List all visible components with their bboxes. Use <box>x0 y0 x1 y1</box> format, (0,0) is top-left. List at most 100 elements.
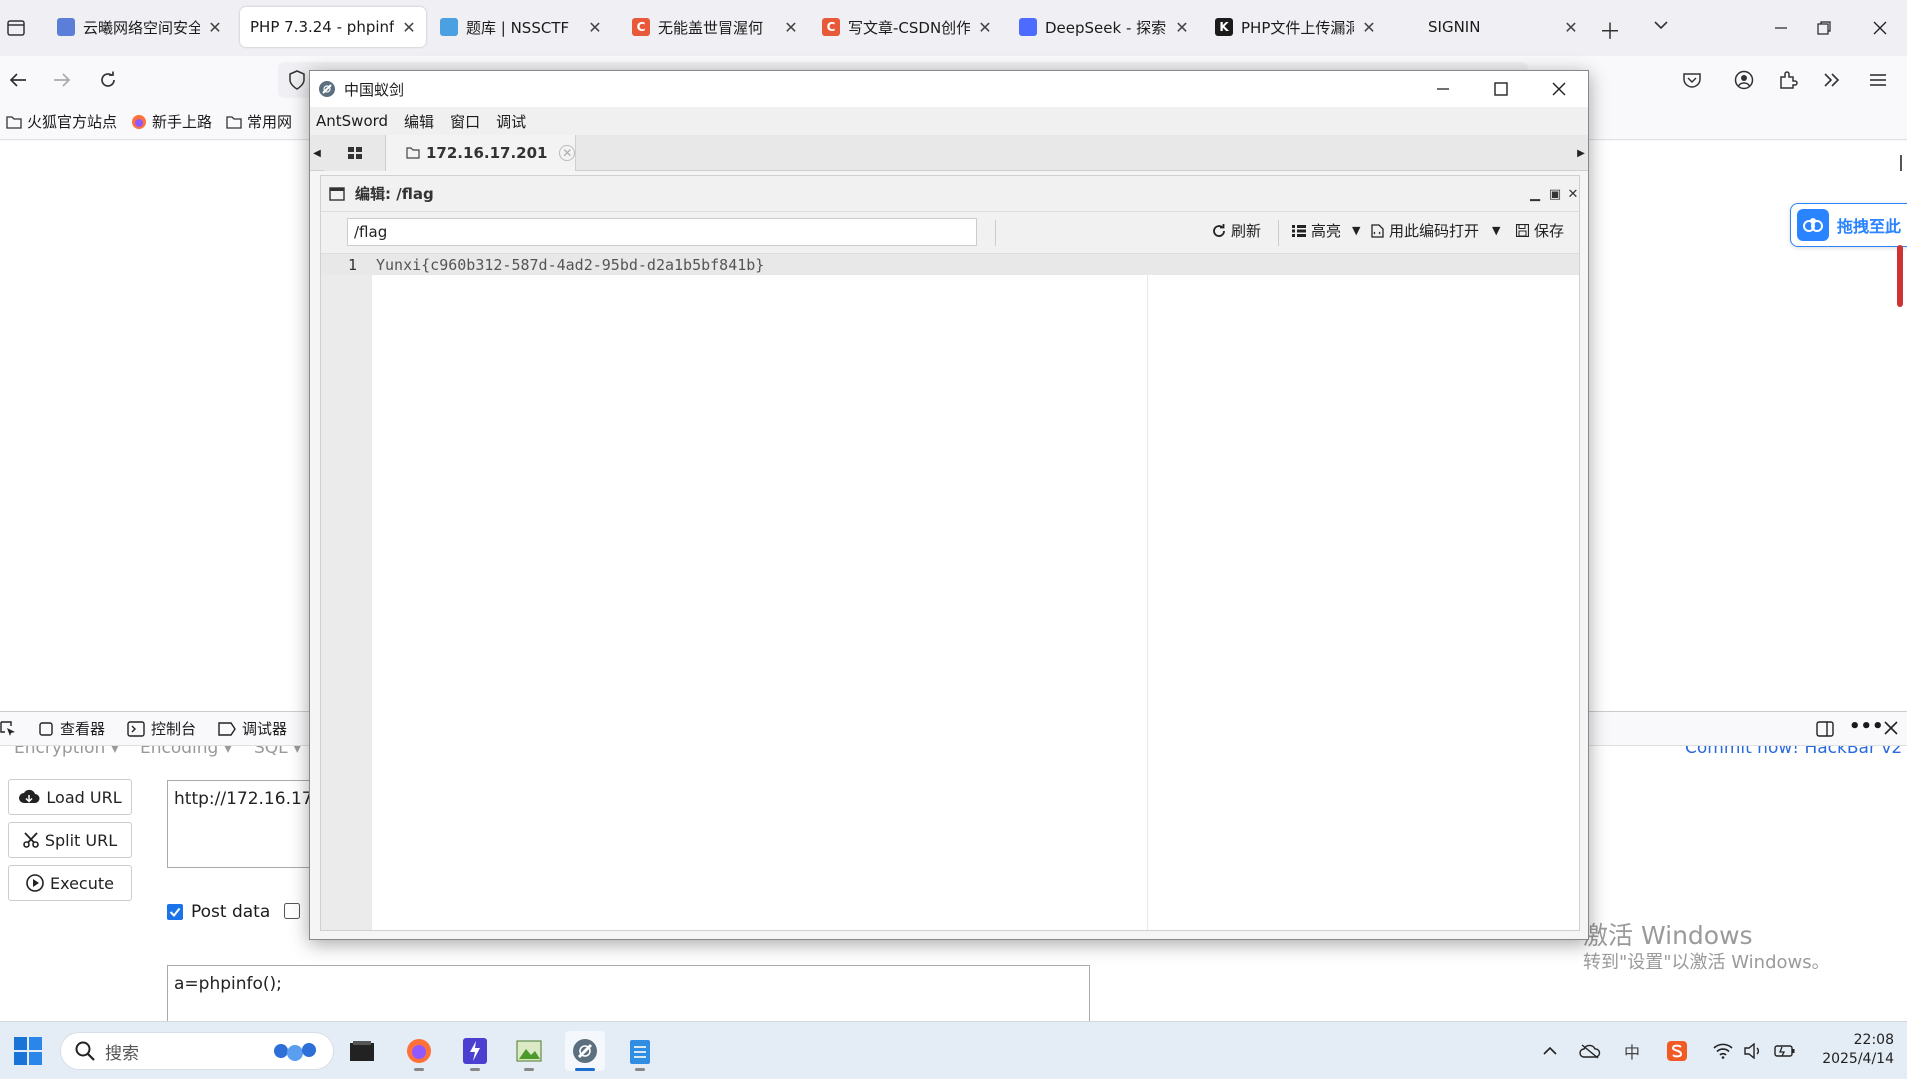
browser-tab[interactable]: K PHP文件上传漏洞 ✕ <box>1205 7 1386 47</box>
system-clock[interactable]: 22:08 2025/4/14 <box>1808 1031 1894 1069</box>
cloud-icon <box>1797 209 1829 241</box>
tab-label: 调试器 <box>242 720 288 738</box>
panel-minimize-icon[interactable]: ▁ <box>1527 186 1543 202</box>
windows-start-icon[interactable] <box>8 1031 48 1071</box>
save-button[interactable]: 保存 <box>1516 220 1564 241</box>
antsword-maximize-button[interactable] <box>1472 71 1530 107</box>
volume-icon[interactable] <box>1742 1040 1764 1062</box>
tab-shell-list[interactable] <box>324 135 386 171</box>
panel-close-icon[interactable]: ✕ <box>1565 186 1581 202</box>
antsword-taskbar-icon[interactable] <box>565 1031 605 1071</box>
bookmark-item[interactable]: 火狐官方站点 <box>6 111 117 132</box>
list-icon <box>1292 224 1306 237</box>
code-editor[interactable]: 1 Yunxi{c960b312-587d-4ad2-95bd-d2a1b5bf… <box>321 254 1579 930</box>
tab-host[interactable]: 172.16.17.201 ✕ <box>386 135 576 171</box>
antsword-window: 中国蚁剑 AntSword 编辑 窗口 调试 ◀ 172.16.17.201 ✕… <box>309 70 1589 940</box>
hamburger-menu-icon[interactable] <box>1862 64 1894 96</box>
tab-close-icon[interactable]: ✕ <box>402 18 416 37</box>
close-devtools-icon[interactable] <box>1883 720 1899 736</box>
tab-title: 题库 | NSSCTF <box>466 18 570 37</box>
tab-inspector[interactable]: 查看器 <box>38 718 105 739</box>
more-options-icon[interactable]: ••• <box>1849 716 1884 737</box>
browser-tab[interactable]: 云曦网络空间安全 ✕ <box>47 7 232 47</box>
execute-button[interactable]: Execute <box>8 865 132 901</box>
antsword-close-button[interactable] <box>1530 71 1588 107</box>
tab-debugger[interactable]: 调试器 <box>218 718 287 739</box>
checkbox-checked-icon[interactable] <box>167 904 183 920</box>
extensions-icon[interactable] <box>1772 64 1804 96</box>
photo-app-taskbar-icon[interactable] <box>509 1031 549 1071</box>
clock-date: 2025/4/14 <box>1822 1051 1894 1067</box>
menu-window[interactable]: 窗口 <box>450 111 480 132</box>
tab-close-icon[interactable]: ✕ <box>559 145 575 161</box>
burp-taskbar-icon[interactable] <box>455 1031 495 1071</box>
file-explorer-icon[interactable] <box>342 1031 382 1071</box>
post-body-textarea[interactable]: a=phpinfo(); <box>167 965 1090 1025</box>
tab-close-icon[interactable]: ✕ <box>1175 18 1189 37</box>
baidu-netdisk-drag-widget[interactable]: 拖拽至此 <box>1790 203 1907 247</box>
tab-favicon-icon <box>1402 18 1420 36</box>
refresh-button[interactable]: 刷新 <box>1212 220 1261 241</box>
running-indicator <box>524 1068 534 1071</box>
browser-tab[interactable]: DeepSeek - 探索 ✕ <box>1009 7 1199 47</box>
tab-close-icon[interactable]: ✕ <box>784 18 798 37</box>
tab-close-icon[interactable]: ✕ <box>1362 18 1376 37</box>
tab-console[interactable]: 控制台 <box>127 718 196 739</box>
battery-icon[interactable] <box>1774 1040 1796 1062</box>
menu-antsword[interactable]: AntSword <box>316 112 388 130</box>
pocket-icon[interactable] <box>1676 64 1708 96</box>
url-textarea[interactable]: http://172.16.17.2 <box>167 780 312 868</box>
tab-overflow-chevron-icon[interactable] <box>1652 16 1670 34</box>
taskbar-search-box[interactable]: 搜索 <box>60 1032 334 1070</box>
tab-close-icon[interactable]: ✕ <box>1564 18 1578 37</box>
forward-arrow-icon[interactable] <box>46 64 78 96</box>
wifi-icon[interactable] <box>1712 1040 1734 1062</box>
menu-edit[interactable]: 编辑 <box>404 111 434 132</box>
menu-encryption[interactable]: Encryption ▾ <box>14 746 119 758</box>
tab-close-icon[interactable]: ✕ <box>588 18 602 37</box>
antsword-minimize-button[interactable] <box>1414 71 1472 107</box>
browser-tab[interactable]: C 写文章-CSDN创作 ✕ <box>812 7 1002 47</box>
back-arrow-icon[interactable] <box>2 64 34 96</box>
browser-close-button[interactable] <box>1852 0 1907 56</box>
tab-scroll-left-icon[interactable]: ◀ <box>310 143 324 163</box>
tray-chevron-up-icon[interactable] <box>1539 1040 1561 1062</box>
panel-restore-icon[interactable]: ▣ <box>1547 186 1563 202</box>
post-data-option[interactable]: Post data <box>167 902 270 922</box>
account-icon[interactable] <box>1728 64 1760 96</box>
browser-tab[interactable]: PHP 7.3.24 - phpinfo ✕ <box>240 7 426 47</box>
bookmark-item[interactable]: 新手上路 <box>131 111 212 132</box>
dock-side-icon[interactable] <box>1816 720 1834 738</box>
ime-icon[interactable]: 中 <box>1621 1040 1643 1062</box>
browser-tab[interactable]: 题库 | NSSCTF ✕ <box>430 7 612 47</box>
post-data-label: Post data <box>191 902 271 922</box>
notepad-taskbar-icon[interactable] <box>620 1031 660 1071</box>
firefox-taskbar-icon[interactable] <box>399 1031 439 1071</box>
open-with-encoding-dropdown[interactable]: 用此编码打开 ▼ <box>1371 220 1500 241</box>
tab-scroll-right-icon[interactable]: ▶ <box>1574 143 1588 163</box>
more-tools-chevron-icon[interactable] <box>1816 64 1848 96</box>
tab-close-icon[interactable]: ✕ <box>978 18 992 37</box>
element-picker-icon[interactable] <box>0 720 16 737</box>
bookmark-item[interactable]: 常用网 <box>226 111 292 132</box>
load-url-button[interactable]: Load URL <box>8 779 132 815</box>
menu-debug[interactable]: 调试 <box>496 111 526 132</box>
onedrive-icon[interactable] <box>1579 1040 1601 1062</box>
reload-icon[interactable] <box>92 64 124 96</box>
split-url-button[interactable]: Split URL <box>8 822 132 858</box>
code-line[interactable]: Yunxi{c960b312-587d-4ad2-95bd-d2a1b5bf84… <box>376 256 764 274</box>
browser-tab[interactable]: C 无能盖世冒渥何 ✕ <box>622 7 808 47</box>
browser-tab[interactable]: SIGNIN ✕ <box>1392 7 1588 47</box>
menu-encoding[interactable]: Encoding ▾ <box>140 746 232 758</box>
tab-list-icon[interactable] <box>4 16 28 40</box>
bookmark-label: 火狐官方站点 <box>27 113 118 131</box>
sogou-icon[interactable] <box>1666 1040 1688 1062</box>
browser-restore-button[interactable] <box>1796 0 1852 56</box>
highlight-dropdown[interactable]: 高亮 ▼ <box>1292 220 1360 241</box>
tab-close-icon[interactable]: ✕ <box>208 18 222 37</box>
file-path-input[interactable] <box>347 218 977 246</box>
menu-sql[interactable]: SQL ▾ <box>254 746 302 758</box>
new-tab-button[interactable]: ＋ <box>1599 14 1621 46</box>
commit-link[interactable]: Commit now! HackBar v2 <box>1685 746 1902 758</box>
checkbox-unchecked-icon[interactable] <box>284 903 300 919</box>
